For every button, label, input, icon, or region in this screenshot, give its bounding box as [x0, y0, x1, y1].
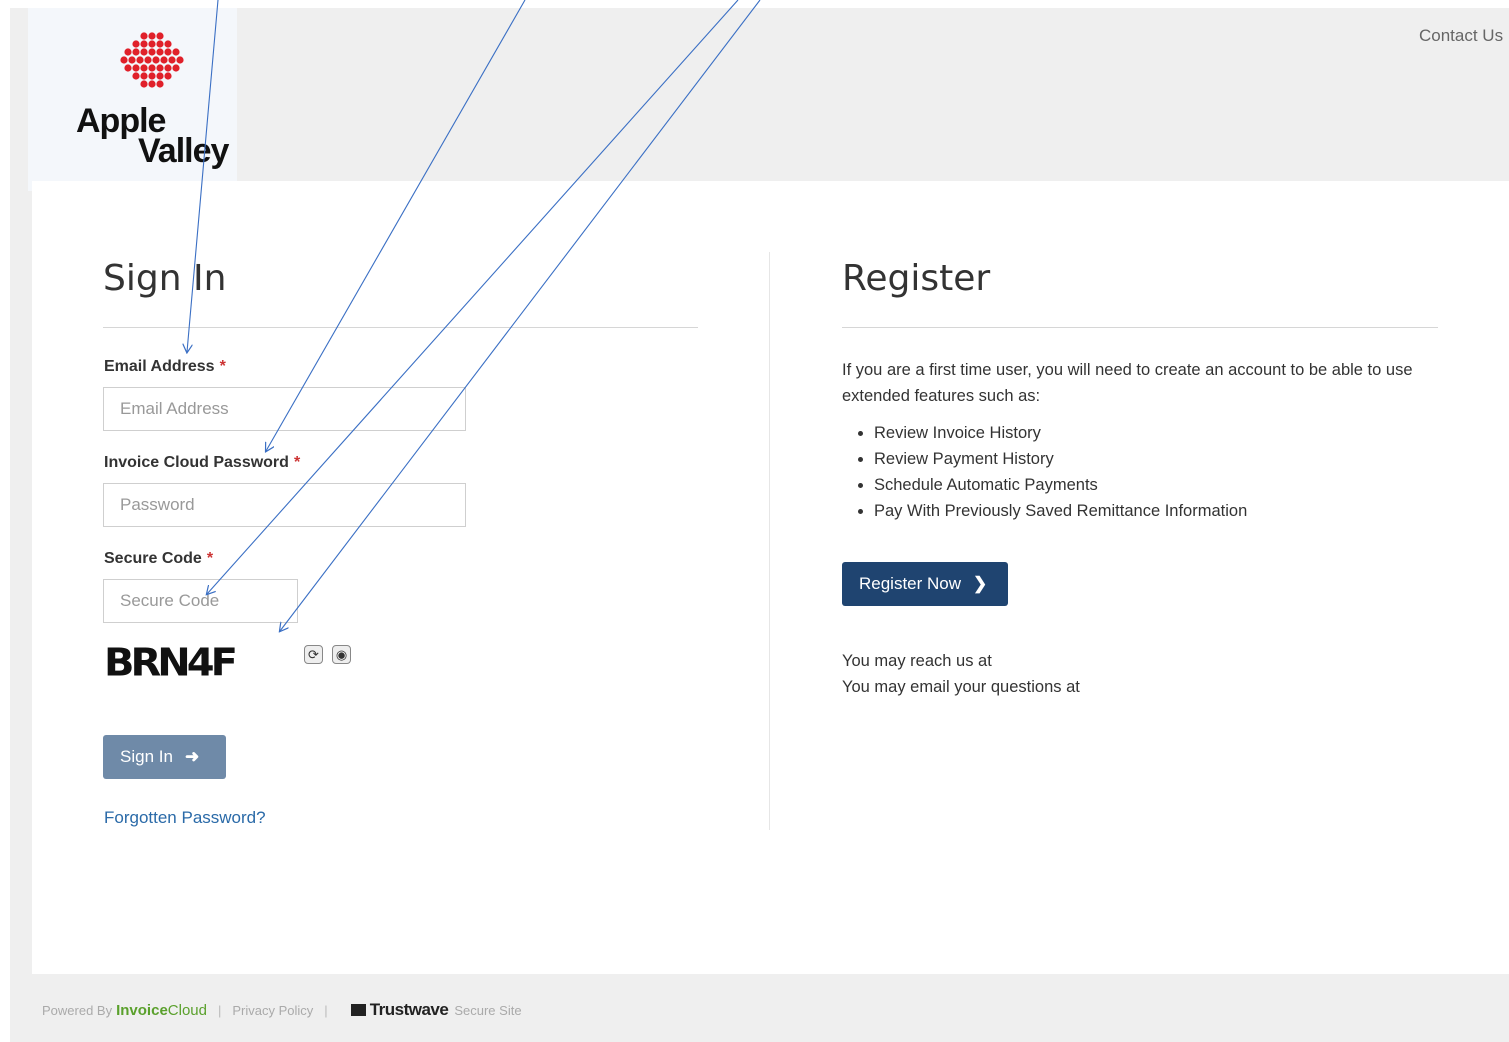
- brand-bold: Invoice: [116, 1001, 168, 1019]
- audio-icon[interactable]: ◉: [332, 645, 351, 664]
- list-item: Schedule Automatic Payments: [874, 472, 1247, 498]
- logo-wordmark: Apple Valley: [76, 104, 229, 170]
- register-intro: If you are a first time user, you will n…: [842, 361, 1413, 405]
- sign-in-icon: ➜: [184, 747, 200, 766]
- apple-valley-logo[interactable]: Apple Valley: [28, 8, 237, 191]
- register-title-rule: [842, 327, 1438, 328]
- trustwave-logo[interactable]: Trustwave: [370, 1000, 449, 1020]
- register-title: Register: [842, 258, 991, 299]
- footer-separator: |: [324, 1002, 328, 1018]
- signin-title-rule: [103, 327, 698, 328]
- brand-light: Cloud: [167, 1001, 207, 1019]
- email-field[interactable]: Email Address: [103, 387, 466, 431]
- required-marker: *: [219, 358, 226, 375]
- register-now-label: Register Now: [859, 574, 962, 593]
- required-marker: *: [206, 550, 214, 567]
- signin-title: Sign In: [103, 258, 227, 299]
- email-label-text: Email Address: [104, 358, 215, 375]
- refresh-icon[interactable]: ⟳: [304, 645, 323, 664]
- password-label-text: Invoice Cloud Password: [104, 454, 289, 471]
- footer-separator: |: [217, 1002, 222, 1018]
- footer: Powered By InvoiceCloud | Privacy Policy…: [42, 1000, 522, 1020]
- logo-dots-icon: [120, 32, 184, 88]
- privacy-policy-link[interactable]: Privacy Policy: [232, 1003, 313, 1018]
- list-item: Pay With Previously Saved Remittance Inf…: [874, 498, 1247, 524]
- secure-code-label: Secure Code *: [104, 550, 213, 568]
- email-line: You may email your questions at: [842, 678, 1080, 696]
- list-item: Review Invoice History: [874, 420, 1247, 446]
- trustwave-icon: [350, 1004, 366, 1016]
- feature-list: Review Invoice History Review Payment Hi…: [852, 420, 1247, 524]
- list-item: Review Payment History: [874, 446, 1247, 472]
- contact-info: You may reach us at You may email your q…: [842, 648, 1080, 700]
- powered-by-text: Powered By: [42, 1002, 113, 1018]
- chevron-right-icon: ❯: [973, 574, 988, 593]
- contact-us-link[interactable]: Contact Us: [1419, 26, 1503, 46]
- secure-code-field[interactable]: Secure Code: [103, 579, 298, 623]
- logo-line-2: Valley: [138, 132, 229, 170]
- email-label: Email Address *: [104, 358, 226, 376]
- sign-in-button-label: Sign In: [120, 747, 173, 766]
- main-card: [32, 181, 1509, 974]
- secure-site-text: Secure Site: [454, 1002, 522, 1018]
- forgotten-password-link[interactable]: Forgotten Password?: [104, 808, 266, 828]
- captcha-image: BRN4F: [104, 641, 238, 685]
- required-marker: *: [293, 454, 301, 471]
- sign-in-button[interactable]: Sign In ➜: [103, 735, 226, 779]
- invoicecloud-logo[interactable]: InvoiceCloud: [116, 1002, 207, 1019]
- column-divider: [769, 252, 770, 830]
- secure-code-label-text: Secure Code: [104, 550, 202, 567]
- password-field[interactable]: Password: [103, 483, 466, 527]
- password-label: Invoice Cloud Password *: [104, 454, 300, 472]
- reach-line: You may reach us at: [842, 652, 992, 670]
- register-now-button[interactable]: Register Now ❯: [842, 562, 1008, 606]
